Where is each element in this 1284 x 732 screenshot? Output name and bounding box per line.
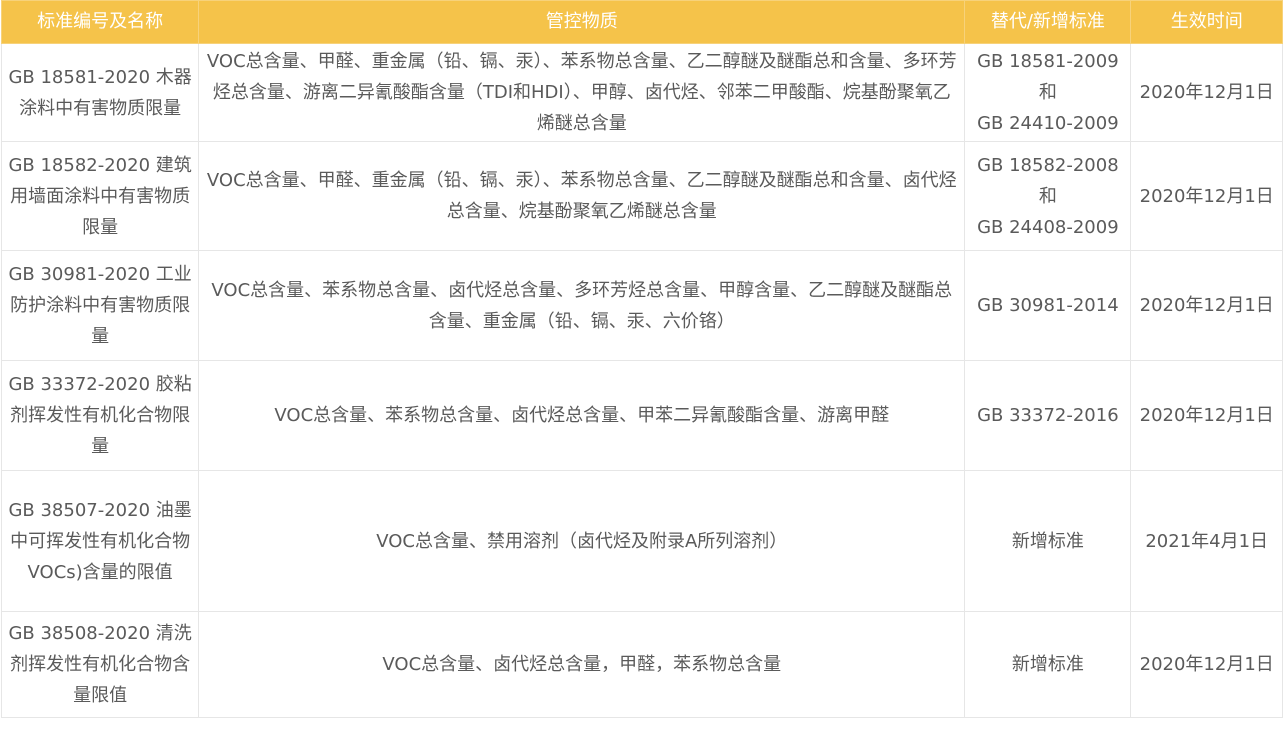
table-row: GB 18581-2020 木器涂料中有害物质限量 VOC总含量、甲醛、重金属（… (0, 43, 1283, 142)
table-body: GB 18581-2020 木器涂料中有害物质限量 VOC总含量、甲醛、重金属（… (0, 43, 1283, 718)
replaces-line: GB 30981-2014 (977, 295, 1119, 316)
replaces-cell: 新增标准 (964, 611, 1132, 718)
standard-name-cell: GB 38507-2020 油墨中可挥发性有机化合物 VOCs)含量的限值 (0, 470, 200, 612)
standard-name-cell: GB 30981-2020 工业防护涂料中有害物质限量 (0, 250, 200, 361)
standard-name-cell: GB 18582-2020 建筑用墙面涂料中有害物质限量 (0, 141, 200, 251)
replaces-cell: GB 30981-2014 (964, 250, 1132, 361)
standard-name-cell: GB 38508-2020 清洗剂挥发性有机化合物含量限值 (0, 611, 200, 718)
replaces-line: 新增标准 (1011, 530, 1084, 552)
substances-cell: VOC总含量、卤代烃总含量，甲醛，苯系物总含量 (198, 611, 966, 718)
header-row: 标准编号及名称 管控物质 替代/新增标准 生效时间 (0, 0, 1283, 44)
header-name: 标准编号及名称 (0, 0, 200, 44)
substances-cell: VOC总含量、苯系物总含量、卤代烃总含量、甲苯二异氰酸酯含量、游离甲醛 (198, 360, 966, 471)
table-header: 标准编号及名称 管控物质 替代/新增标准 生效时间 (0, 0, 1283, 44)
replaces-line: 和 (1038, 82, 1057, 103)
table-row: GB 30981-2020 工业防护涂料中有害物质限量 VOC总含量、苯系物总含… (0, 250, 1283, 361)
effective-date-cell: 2020年12月1日 (1130, 43, 1283, 142)
table-row: GB 18582-2020 建筑用墙面涂料中有害物质限量 VOC总含量、甲醛、重… (0, 141, 1283, 251)
replaces-line: GB 33372-2016 (977, 405, 1119, 426)
effective-date-cell: 2020年12月1日 (1130, 141, 1283, 251)
replaces-line: GB 18581-2009 (977, 51, 1119, 72)
effective-date-cell: 2020年12月1日 (1130, 250, 1283, 361)
substances-cell: VOC总含量、禁用溶剂（卤代烃及附录A所列溶剂） (198, 470, 966, 612)
table-row: GB 38507-2020 油墨中可挥发性有机化合物 VOCs)含量的限值 VO… (0, 470, 1283, 612)
standards-table: 标准编号及名称 管控物质 替代/新增标准 生效时间 GB 18581-2020 … (0, 0, 1283, 718)
substances-cell: VOC总含量、甲醛、重金属（铅、镉、汞）、苯系物总含量、乙二醇醚及醚酯总和含量、… (198, 43, 966, 142)
table-row: GB 38508-2020 清洗剂挥发性有机化合物含量限值 VOC总含量、卤代烃… (0, 611, 1283, 718)
replaces-line: GB 24410-2009 (977, 113, 1119, 134)
standard-name-cell: GB 33372-2020 胶粘剂挥发性有机化合物限量 (0, 360, 200, 471)
replaces-cell: 新增标准 (964, 470, 1132, 612)
replaces-line: GB 18582-2008 (977, 154, 1119, 176)
standard-name-cell: GB 18581-2020 木器涂料中有害物质限量 (0, 43, 200, 142)
effective-date-cell: 2021年4月1日 (1130, 470, 1283, 612)
effective-date-cell: 2020年12月1日 (1130, 611, 1283, 718)
replaces-cell: GB 18581-2009 和 GB 24410-2009 (964, 43, 1132, 142)
effective-date-cell: 2020年12月1日 (1130, 360, 1283, 471)
replaces-cell: GB 18582-2008 和 GB 24408-2009 (964, 141, 1132, 251)
substances-cell: VOC总含量、甲醛、重金属（铅、镉、汞）、苯系物总含量、乙二醇醚及醚酯总和含量、… (198, 141, 966, 251)
replaces-cell: GB 33372-2016 (964, 360, 1132, 471)
replaces-line: GB 24408-2009 (977, 216, 1119, 238)
header-effective: 生效时间 (1130, 0, 1283, 44)
header-replaces: 替代/新增标准 (964, 0, 1132, 44)
replaces-line: 新增标准 (1011, 654, 1084, 675)
replaces-line: 和 (1038, 185, 1057, 207)
table-row: GB 33372-2020 胶粘剂挥发性有机化合物限量 VOC总含量、苯系物总含… (0, 360, 1283, 471)
header-substances: 管控物质 (198, 0, 966, 44)
substances-cell: VOC总含量、苯系物总含量、卤代烃总含量、多环芳烃总含量、甲醇含量、乙二醇醚及醚… (198, 250, 966, 361)
